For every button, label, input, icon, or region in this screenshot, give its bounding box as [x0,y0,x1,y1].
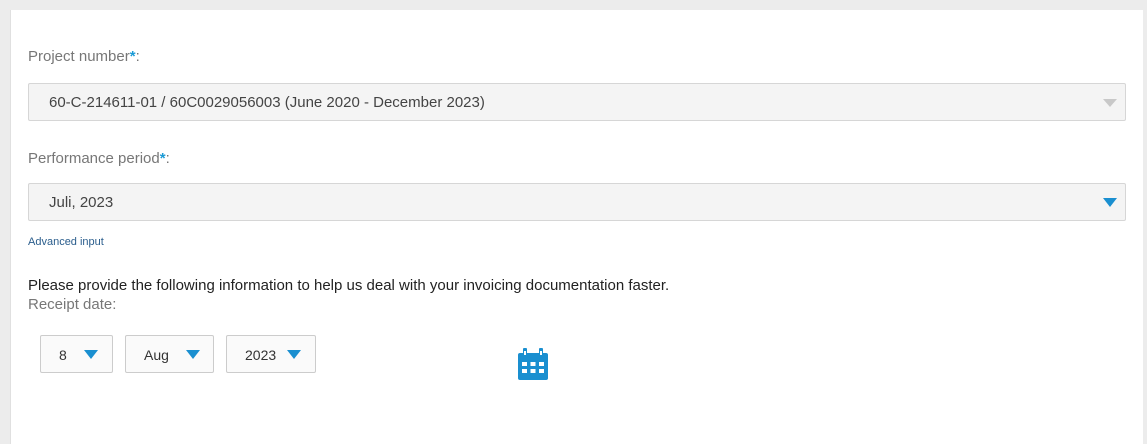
receipt-year-select[interactable]: 2023 [226,335,316,373]
info-text: Please provide the following information… [28,277,670,294]
project-number-value: 60-C-214611-01 / 60C0029056003 (June 202… [49,94,485,111]
receipt-day-value: 8 [59,347,67,363]
calendar-icon[interactable] [516,347,550,381]
receipt-day-select[interactable]: 8 [40,335,113,373]
performance-period-value: Juli, 2023 [49,194,114,211]
chevron-down-icon [1103,198,1117,207]
chevron-down-icon [1103,99,1117,107]
chevron-down-icon [287,350,301,359]
receipt-date-label: Receipt date: [28,296,117,313]
chevron-down-icon [84,350,98,359]
form-panel [10,10,1143,444]
receipt-month-select[interactable]: Aug [125,335,214,373]
advanced-input-link[interactable]: Advanced input [28,236,104,248]
receipt-month-value: Aug [144,347,169,363]
project-number-label: Project number*: [28,48,140,65]
performance-period-label: Performance period*: [28,150,170,167]
chevron-down-icon [186,350,200,359]
performance-period-select[interactable]: Juli, 2023 [28,183,1126,221]
project-number-select[interactable]: 60-C-214611-01 / 60C0029056003 (June 202… [28,83,1126,121]
receipt-year-value: 2023 [245,347,277,363]
